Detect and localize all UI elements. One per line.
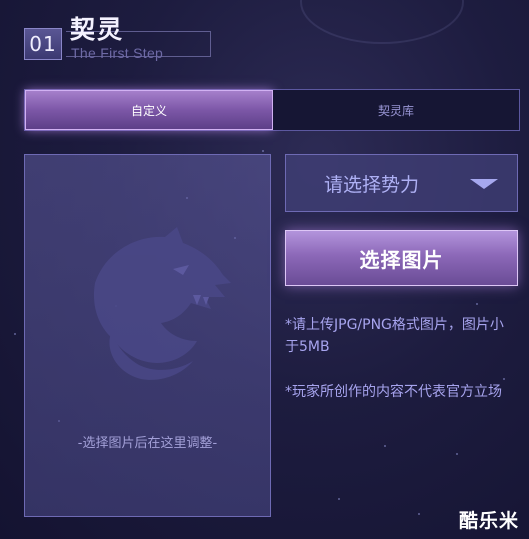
- watermark-logo: 酷乐米: [458, 510, 519, 532]
- wolf-logo-icon: [93, 227, 231, 380]
- panel-hint-text: -选择图片后在这里调整-: [77, 436, 218, 451]
- tab-bar: 自定义 契灵库: [24, 89, 520, 131]
- faction-select-value: 请选择势力: [324, 173, 420, 196]
- page-subtitle: The First Step: [71, 45, 164, 61]
- disclaimer-note: *玩家所创作的内容不代表官方立场: [285, 384, 502, 400]
- tab-spirit-library[interactable]: 契灵库: [273, 90, 519, 130]
- faction-select[interactable]: 请选择势力: [285, 154, 518, 212]
- decorative-swirl: [300, 0, 464, 44]
- page-title: 契灵: [70, 15, 125, 44]
- choose-image-button[interactable]: 选择图片: [285, 230, 518, 286]
- upload-format-note: *请上传JPG/PNG格式图片，图片小于5MB: [285, 317, 504, 355]
- tab-custom[interactable]: 自定义: [25, 90, 273, 130]
- image-adjust-panel[interactable]: -选择图片后在这里调整-: [24, 154, 271, 517]
- step-number-badge: 01: [24, 28, 62, 60]
- chevron-down-icon: [470, 179, 498, 189]
